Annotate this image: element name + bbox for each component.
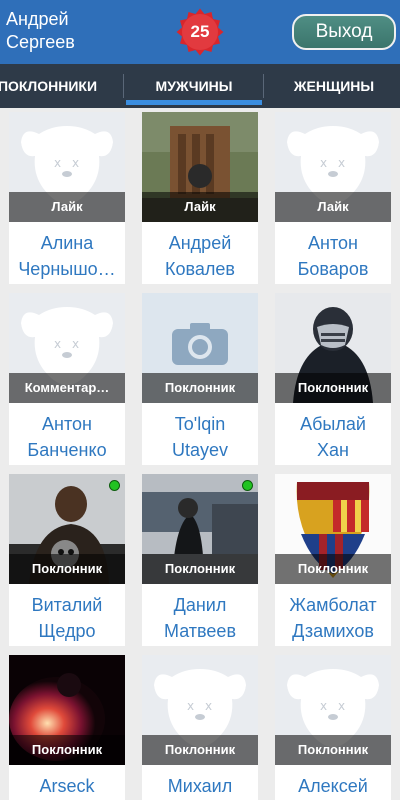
tab-admirers[interactable]: ПОКЛОННИКИ — [0, 64, 105, 108]
profile-photo[interactable]: x x Лайк — [275, 112, 391, 222]
profile-card[interactable]: x x Поклонник Михаил — [142, 655, 258, 800]
profile-grid: x x Лайк Алина Чернышо… Лайк Андрей Ковалев x x Ла… — [0, 108, 400, 800]
first-name: Михаил — [167, 776, 233, 796]
profile-card[interactable]: Поклонник Абылай Хан — [275, 293, 391, 465]
status-label: Лайк — [142, 192, 258, 222]
svg-text:x: x — [54, 156, 61, 170]
last-name: Боваров — [297, 259, 369, 279]
last-name: Щедро — [38, 621, 96, 641]
user-name[interactable]: Андрей Сергеев — [6, 8, 116, 54]
profile-photo[interactable]: x x Комментар… — [9, 293, 125, 403]
profile-card[interactable]: x x Комментар… Антон Банченко — [9, 293, 125, 465]
profile-photo[interactable]: Поклонник — [275, 293, 391, 403]
profile-card[interactable]: Поклонник Arseck — [9, 655, 125, 800]
first-name: Виталий — [31, 595, 103, 615]
profile-name-link[interactable]: Данил Матвеев — [142, 592, 258, 644]
profile-photo[interactable]: x x Поклонник — [142, 655, 258, 765]
profile-photo[interactable]: Поклонник — [9, 474, 125, 584]
profile-name-link[interactable]: Антон Боваров — [275, 230, 391, 282]
profile-card[interactable]: Поклонник Жамболат Дзамихов — [275, 474, 391, 646]
profile-name-link[interactable]: Виталий Щедро — [9, 592, 125, 644]
svg-text:x: x — [205, 699, 212, 713]
first-name: Алексей — [298, 776, 368, 796]
profile-photo[interactable]: Поклонник — [142, 293, 258, 403]
active-tab-indicator — [126, 100, 262, 105]
last-name: Хан — [317, 440, 349, 460]
profile-name-link[interactable]: Алексей — [275, 773, 391, 799]
profile-name-link[interactable]: Жамболат Дзамихов — [275, 592, 391, 644]
profile-photo[interactable]: Поклонник — [275, 474, 391, 584]
user-first-name: Андрей — [6, 9, 69, 29]
last-name: Utayev — [171, 440, 229, 460]
profile-name-link[interactable]: Михаил — [142, 773, 258, 799]
status-label: Лайк — [9, 192, 125, 222]
status-label: Поклонник — [9, 735, 125, 765]
first-name: To'lqin — [174, 414, 226, 434]
profile-name-link[interactable]: Антон Банченко — [9, 411, 125, 463]
status-label: Поклонник — [275, 554, 391, 584]
profile-name-link[interactable]: Абылай Хан — [275, 411, 391, 463]
profile-photo[interactable]: x x Поклонник — [275, 655, 391, 765]
profile-name-link[interactable]: Arseck — [9, 773, 125, 799]
first-name: Алина — [40, 233, 94, 253]
profile-name-link[interactable]: Алина Чернышо… — [9, 230, 125, 282]
last-name: Матвеев — [164, 621, 236, 641]
profile-photo[interactable]: Лайк — [142, 112, 258, 222]
badge-count: 25 — [190, 22, 210, 41]
first-name: Данил — [173, 595, 227, 615]
first-name: Андрей — [168, 233, 232, 253]
tab-divider — [123, 74, 124, 98]
profile-name-link[interactable]: Андрей Ковалев — [142, 230, 258, 282]
logout-button[interactable]: Выход — [292, 14, 396, 50]
status-label: Поклонник — [9, 554, 125, 584]
svg-text:x: x — [320, 699, 327, 713]
svg-text:x: x — [72, 156, 79, 170]
first-name: Антон — [308, 233, 358, 253]
status-label: Поклонник — [275, 373, 391, 403]
svg-text:x: x — [338, 699, 345, 713]
profile-photo[interactable]: Поклонник — [9, 655, 125, 765]
profile-card[interactable]: Поклонник To'lqin Utayev — [142, 293, 258, 465]
profile-card[interactable]: x x Лайк Антон Боваров — [275, 112, 391, 284]
profile-card[interactable]: Поклонник Данил Матвеев — [142, 474, 258, 646]
status-label: Лайк — [275, 192, 391, 222]
status-label: Поклонник — [142, 554, 258, 584]
last-name: Чернышо… — [18, 259, 116, 279]
online-indicator — [242, 480, 253, 491]
svg-text:x: x — [187, 699, 194, 713]
svg-text:x: x — [72, 337, 79, 351]
online-indicator — [109, 480, 120, 491]
last-name: Дзамихов — [292, 621, 374, 641]
svg-text:x: x — [54, 337, 61, 351]
profile-name-link[interactable]: To'lqin Utayev — [142, 411, 258, 463]
profile-card[interactable]: Лайк Андрей Ковалев — [142, 112, 258, 284]
status-label: Поклонник — [275, 735, 391, 765]
notification-badge[interactable]: 25 — [172, 4, 228, 60]
profile-photo[interactable]: Поклонник — [142, 474, 258, 584]
profile-photo[interactable]: x x Лайк — [9, 112, 125, 222]
profile-card[interactable]: x x Лайк Алина Чернышо… — [9, 112, 125, 284]
first-name: Arseck — [39, 776, 95, 796]
user-last-name: Сергеев — [6, 32, 75, 52]
svg-text:x: x — [338, 156, 345, 170]
svg-text:x: x — [320, 156, 327, 170]
profile-card[interactable]: Поклонник Виталий Щедро — [9, 474, 125, 646]
last-name: Банченко — [27, 440, 107, 460]
status-label: Комментар… — [9, 373, 125, 403]
first-name: Жамболат — [289, 595, 377, 615]
tab-divider — [263, 74, 264, 98]
status-label: Поклонник — [142, 373, 258, 403]
last-name: Ковалев — [165, 259, 235, 279]
status-label: Поклонник — [142, 735, 258, 765]
tab-women[interactable]: ЖЕНЩИНЫ — [268, 64, 400, 108]
top-bar: Андрей Сергеев 25 Выход — [0, 0, 400, 64]
first-name: Антон — [42, 414, 92, 434]
first-name: Абылай — [300, 414, 366, 434]
profile-card[interactable]: x x Поклонник Алексей — [275, 655, 391, 800]
